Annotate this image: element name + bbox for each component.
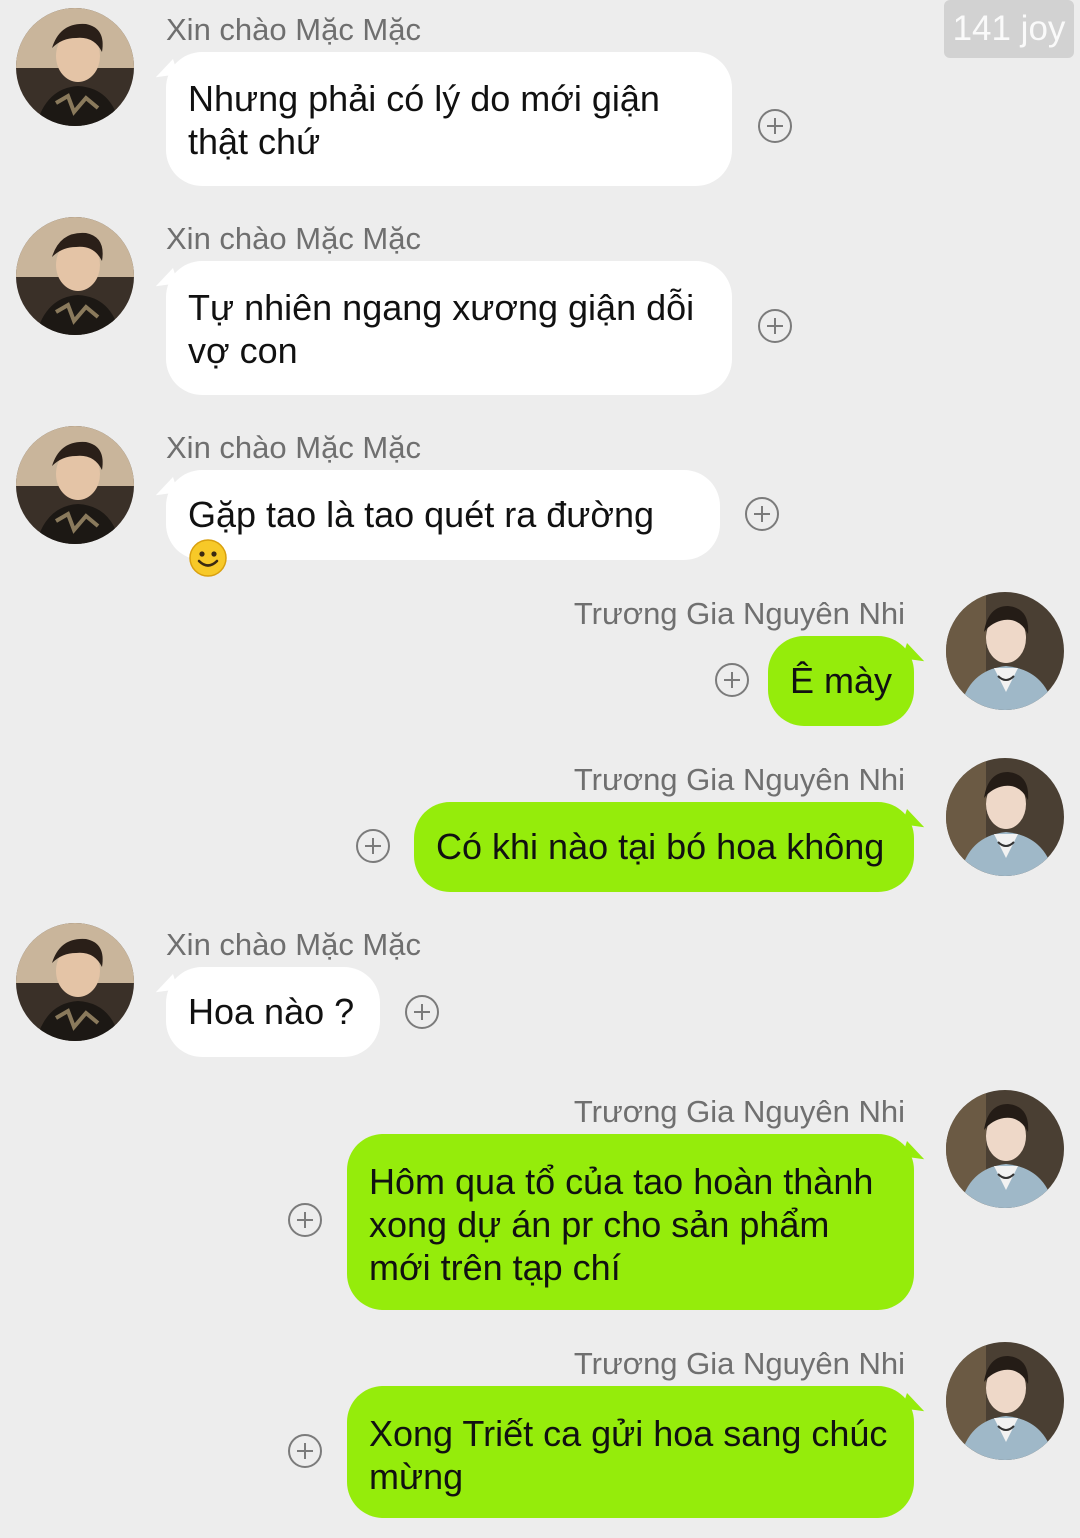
sender-name: Trương Gia Nguyên Nhi: [573, 1346, 905, 1381]
avatar[interactable]: [946, 1342, 1064, 1460]
message-bubble[interactable]: Hoa nào ?: [166, 967, 380, 1057]
avatar[interactable]: [16, 217, 134, 335]
add-reaction-icon[interactable]: [288, 1203, 322, 1237]
avatar[interactable]: [16, 8, 134, 126]
message-bubble[interactable]: Xong Triết ca gửi hoa sang chúc mừng: [347, 1386, 914, 1518]
message-bubble[interactable]: Tự nhiên ngang xương giận dỗi vợ con: [166, 261, 732, 395]
message-bubble[interactable]: Nhưng phải có lý do mới giận thật chứ: [166, 52, 732, 186]
message-bubble[interactable]: Hôm qua tổ của tao hoàn thành xong dự án…: [347, 1134, 914, 1310]
message-bubble[interactable]: Có khi nào tại bó hoa không: [414, 802, 914, 892]
sender-name: Xin chào Mặc Mặc: [166, 430, 421, 465]
avatar[interactable]: [946, 1090, 1064, 1208]
chat-view[interactable]: 141 joy Xin chào Mặc Mặc Nhưng phải có l…: [0, 0, 1080, 1538]
add-reaction-icon[interactable]: [288, 1434, 322, 1468]
sender-name: Xin chào Mặc Mặc: [166, 221, 421, 256]
watermark-badge: 141 joy: [944, 0, 1074, 58]
message-text: Gặp tao là tao quét ra đường: [188, 494, 665, 535]
add-reaction-icon[interactable]: [758, 109, 792, 143]
message-bubble[interactable]: Ê mày: [767, 636, 914, 726]
message-bubble[interactable]: Gặp tao là tao quét ra đường: [166, 470, 720, 577]
add-reaction-icon[interactable]: [745, 497, 779, 531]
sender-name: Trương Gia Nguyên Nhi: [573, 1094, 905, 1129]
avatar[interactable]: [946, 592, 1064, 710]
avatar[interactable]: [16, 426, 134, 544]
sender-name: Xin chào Mặc Mặc: [166, 927, 421, 962]
add-reaction-icon[interactable]: [715, 663, 749, 697]
sender-name: Trương Gia Nguyên Nhi: [573, 762, 905, 797]
avatar[interactable]: [16, 923, 134, 1041]
smiley-face-icon: [188, 538, 228, 578]
add-reaction-icon[interactable]: [356, 829, 390, 863]
sender-name: Trương Gia Nguyên Nhi: [573, 596, 905, 631]
add-reaction-icon[interactable]: [758, 309, 792, 343]
avatar[interactable]: [946, 758, 1064, 876]
sender-name: Xin chào Mặc Mặc: [166, 12, 421, 47]
add-reaction-icon[interactable]: [405, 995, 439, 1029]
